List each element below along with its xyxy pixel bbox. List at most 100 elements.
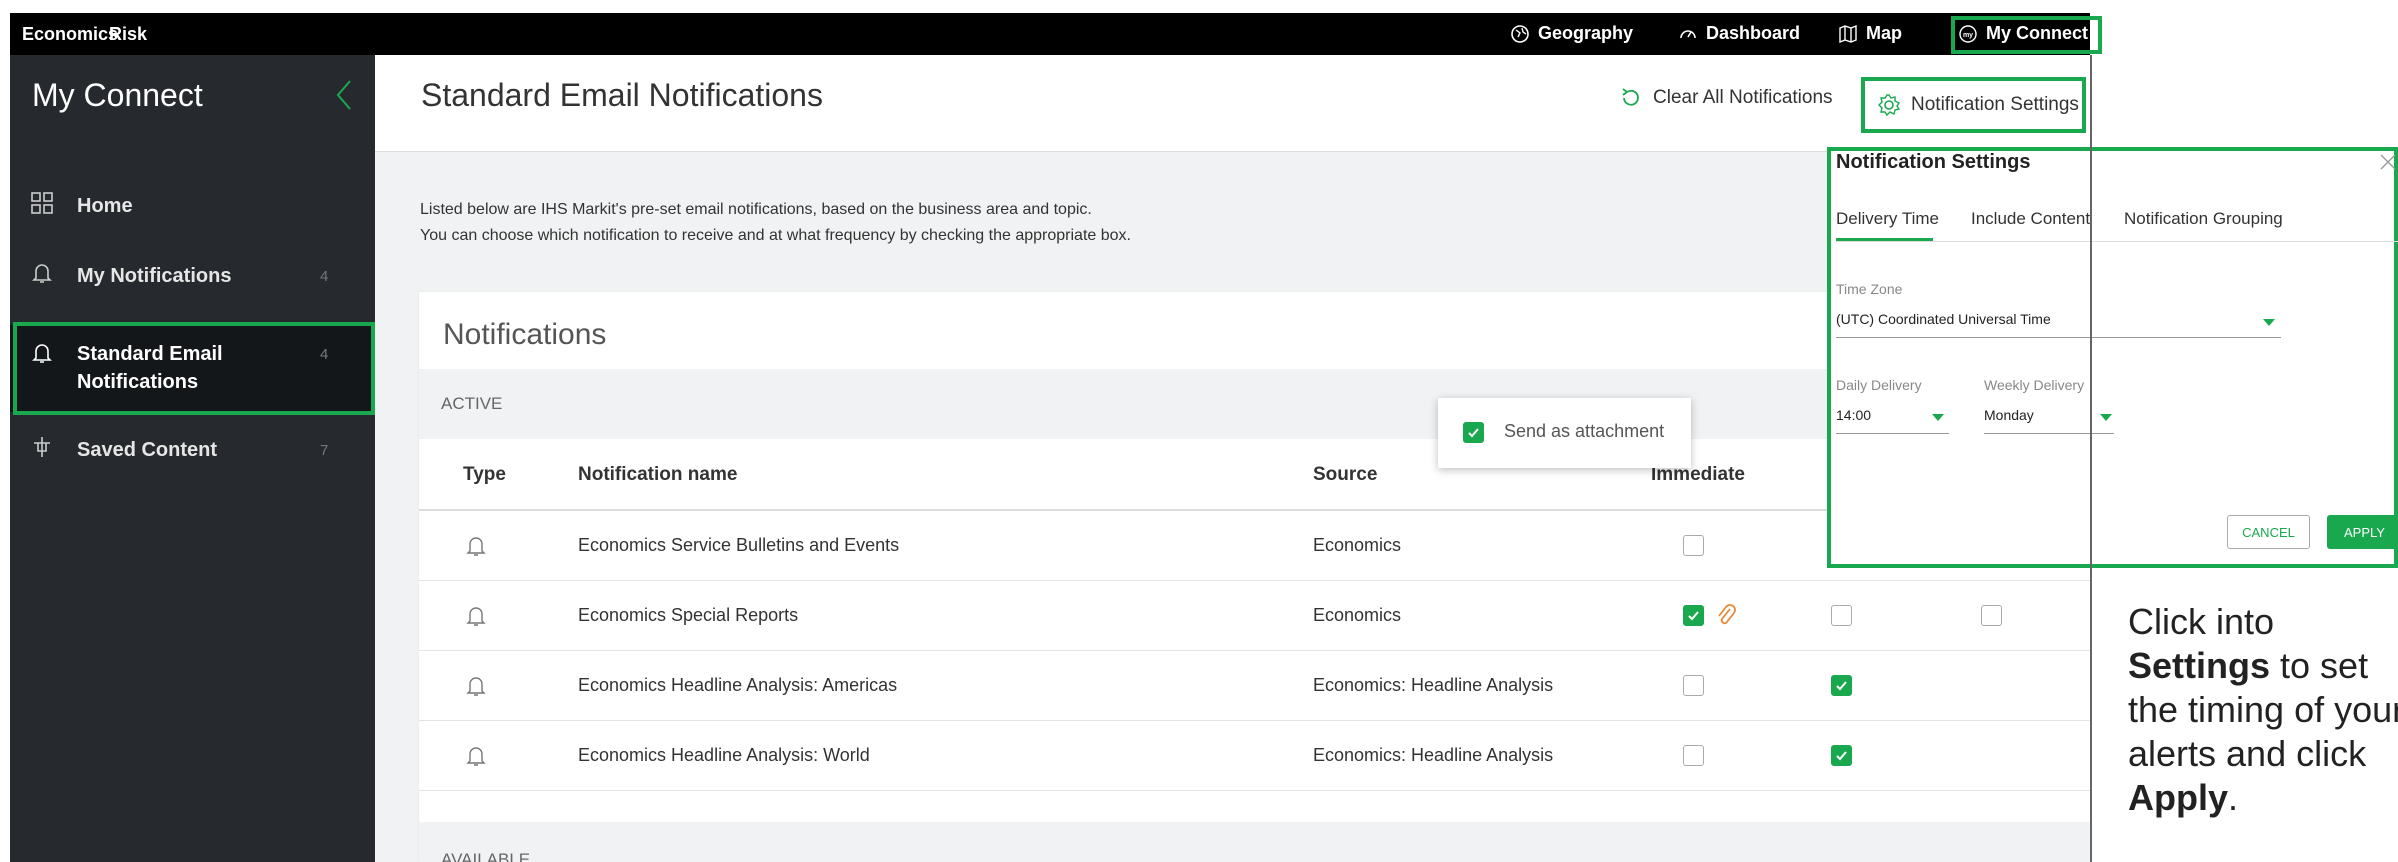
notification-settings-label: Notification Settings	[1911, 94, 2079, 115]
weekly-delivery-label: Weekly Delivery	[1984, 377, 2085, 393]
topnav-geography-label: Geography	[1538, 23, 1634, 43]
sidebar: My Connect Home My Notifications 4 Stand…	[10, 55, 375, 862]
callout-line-4: alerts and click	[2128, 733, 2367, 774]
topnav-risk[interactable]: Risk	[109, 24, 147, 45]
sidebar-item-my-notifications[interactable]: My Notifications 4	[10, 257, 375, 297]
chevron-down-icon[interactable]	[2263, 319, 2275, 326]
topnav-dashboard-label: Dashboard	[1706, 23, 1801, 43]
bookmark-icon	[34, 437, 50, 457]
gear-icon	[1878, 94, 1901, 117]
daily-checkbox[interactable]	[1831, 605, 1852, 626]
page-description: Listed below are IHS Markit's pre-set em…	[420, 197, 1131, 249]
map-icon	[1839, 24, 1857, 43]
callout-line-5: Apply.	[2128, 776, 2398, 820]
immediate-checkbox[interactable]	[1683, 675, 1704, 696]
tab-delivery-time[interactable]: Delivery Time	[1836, 209, 1939, 229]
notification-name: Economics Headline Analysis: Americas	[578, 675, 898, 695]
weekly-underline	[1984, 433, 2114, 434]
notification-name: Economics Service Bulletins and Events	[578, 535, 900, 555]
sidebar-item-count: 4	[320, 268, 329, 285]
available-section-header: AVAILABLE	[419, 822, 2090, 862]
available-label: AVAILABLE	[441, 850, 531, 862]
tabs-divider	[1836, 241, 2398, 242]
refresh-icon	[1622, 88, 1639, 106]
description-line-1: Listed below are IHS Markit's pre-set em…	[420, 201, 1092, 218]
send-as-attachment-checkbox[interactable]	[1463, 422, 1484, 443]
description-line-2: You can choose which notification to rec…	[420, 227, 1131, 244]
check-icon	[1688, 611, 1699, 621]
bell-icon	[466, 677, 486, 696]
column-header-source: Source	[1313, 464, 1378, 485]
immediate-checkbox[interactable]	[1683, 535, 1704, 556]
weekly-checkbox[interactable]	[1981, 605, 2002, 626]
notification-name: Economics Headline Analysis: World	[578, 745, 870, 765]
notification-source: Economics: Headline Analysis	[1313, 675, 1554, 695]
callout-line-5-rest: .	[2228, 777, 2239, 818]
sidebar-item-count: 7	[320, 442, 329, 459]
instruction-callout: Click into Settings to set the timing of…	[2128, 600, 2398, 820]
popover-title: Notification Settings	[1836, 151, 2031, 173]
notification-settings-popover: Notification Settings Delivery Time Incl…	[1827, 147, 2398, 568]
bell-icon	[466, 747, 486, 766]
cancel-button[interactable]: CANCEL	[2227, 515, 2310, 549]
topnav-dashboard[interactable]: Dashboard	[1678, 23, 1800, 44]
apply-button[interactable]: APPLY	[2327, 515, 2398, 549]
timezone-select[interactable]: (UTC) Coordinated Universal Time	[1836, 311, 2051, 327]
attachment-tooltip: Send as attachment	[1438, 398, 1691, 468]
sidebar-item-label: Saved Content	[77, 439, 218, 461]
callout-line-3: the timing of your	[2128, 689, 2398, 730]
check-icon	[1468, 428, 1479, 438]
bell-icon	[466, 537, 486, 556]
my-connect-highlight	[1951, 16, 2102, 54]
paperclip-icon[interactable]	[1714, 603, 1738, 629]
weekly-delivery-select[interactable]: Monday	[1984, 407, 2034, 423]
card-title: Notifications	[443, 318, 607, 351]
timezone-label: Time Zone	[1836, 281, 1903, 297]
top-bar: Economics Risk Geography Dashboard Map m…	[10, 13, 2102, 55]
column-header-type: Type	[463, 464, 506, 485]
daily-underline	[1836, 433, 1949, 434]
immediate-checkbox[interactable]	[1683, 745, 1704, 766]
home-icon	[31, 192, 53, 214]
topnav-economics[interactable]: Economics	[22, 24, 118, 45]
daily-delivery-label: Daily Delivery	[1836, 377, 1922, 393]
bell-icon	[32, 264, 52, 283]
daily-checkbox[interactable]	[1831, 675, 1852, 696]
immediate-checkbox[interactable]	[1683, 605, 1704, 626]
topnav-map[interactable]: Map	[1838, 23, 1902, 44]
callout-line-1: Click into	[2128, 601, 2275, 642]
check-icon	[1836, 751, 1847, 761]
sidebar-active-highlight	[13, 322, 375, 415]
send-as-attachment-label: Send as attachment	[1504, 421, 1665, 441]
sidebar-item-label: Home	[77, 195, 133, 217]
daily-checkbox[interactable]	[1831, 745, 1852, 766]
notification-name: Economics Special Reports	[578, 605, 799, 625]
table-row: Economics Headline Analysis: World Econo…	[419, 721, 2090, 791]
sidebar-title: My Connect	[32, 77, 203, 113]
topnav-geography[interactable]: Geography	[1510, 23, 1633, 44]
active-label: ACTIVE	[441, 394, 503, 413]
tab-notification-grouping[interactable]: Notification Grouping	[2124, 209, 2283, 229]
globe-icon	[1511, 24, 1529, 43]
chevron-left-icon[interactable]	[330, 77, 358, 113]
page-header: Standard Email Notifications Clear All N…	[375, 55, 2090, 152]
chevron-down-icon[interactable]	[2100, 414, 2112, 421]
callout-apply-bold: Apply	[2128, 777, 2229, 818]
callout-line-2-rest: to set	[2270, 645, 2369, 686]
close-icon[interactable]	[2379, 153, 2397, 171]
notification-settings-button[interactable]: Notification Settings	[1861, 77, 2086, 133]
page-title: Standard Email Notifications	[421, 77, 823, 113]
callout-line-2: Settings to set	[2128, 644, 2398, 688]
daily-delivery-select[interactable]: 14:00	[1836, 407, 1871, 423]
tab-include-content[interactable]: Include Content	[1971, 209, 2090, 229]
check-icon	[1836, 681, 1847, 691]
sidebar-item-home[interactable]: Home	[10, 187, 375, 227]
topnav-map-label: Map	[1866, 23, 1902, 43]
sidebar-item-saved-content[interactable]: Saved Content 7	[10, 431, 375, 471]
notification-source: Economics: Headline Analysis	[1313, 745, 1554, 765]
timezone-underline	[1836, 337, 2281, 338]
clear-all-notifications-button[interactable]: Clear All Notifications	[1619, 86, 1833, 110]
chevron-down-icon[interactable]	[1932, 414, 1944, 421]
notification-source: Economics	[1313, 535, 1402, 555]
app-root: Economics Risk Geography Dashboard Map m…	[0, 0, 2398, 862]
